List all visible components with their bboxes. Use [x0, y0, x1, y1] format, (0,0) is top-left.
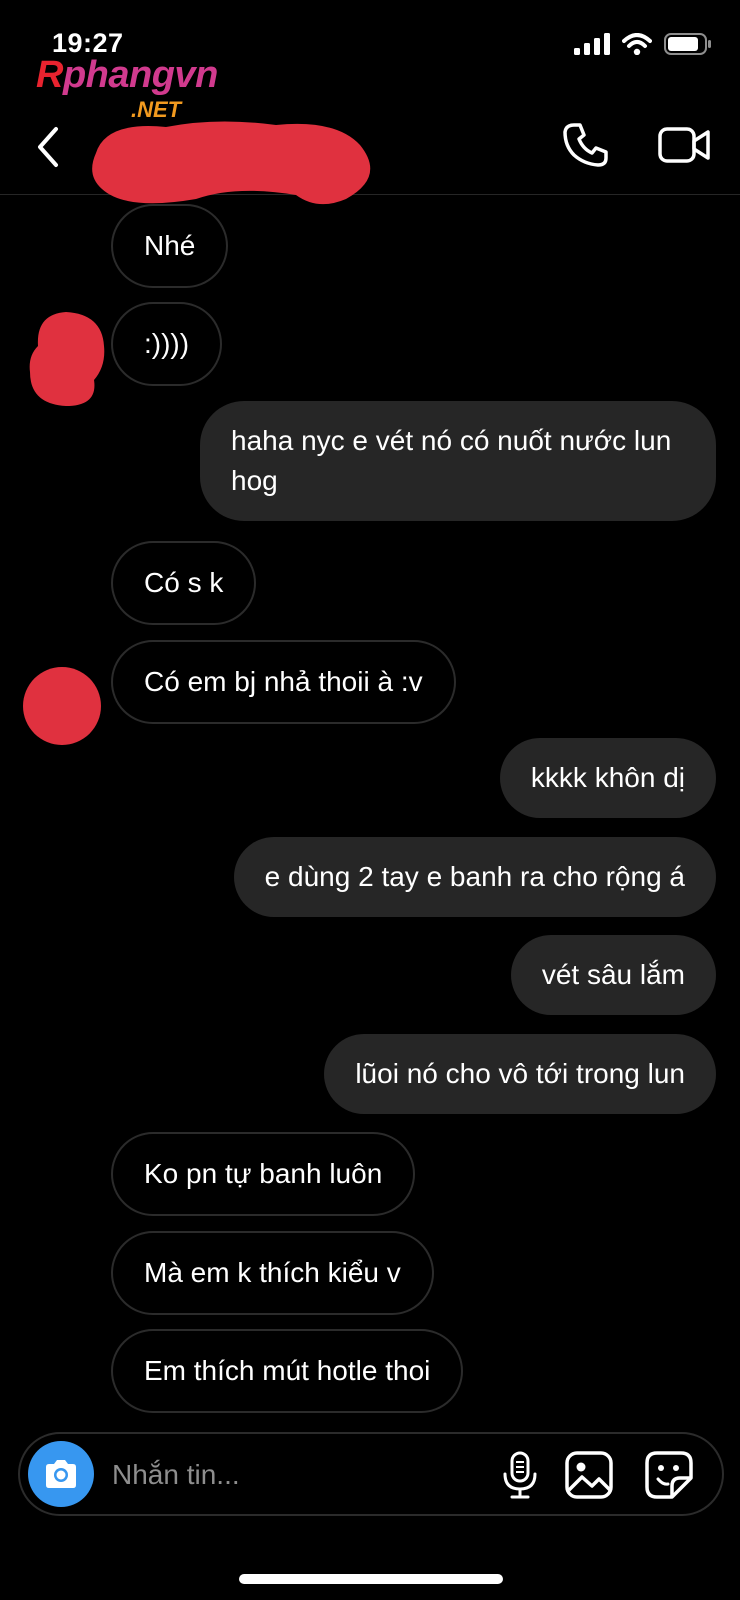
- message-text: Mà em k thích kiểu v: [144, 1257, 401, 1288]
- message-text: :)))): [144, 328, 190, 359]
- watermark-r: R: [36, 54, 63, 96]
- status-icons: [574, 32, 712, 56]
- message-text: haha nyc e vét nó có nuốt nước lun hog: [231, 425, 672, 496]
- message-bubble-received[interactable]: Nhé: [111, 204, 229, 288]
- signal-icon: [574, 33, 610, 55]
- message-text: Ko pn tự banh luôn: [144, 1158, 383, 1189]
- message-bubble-received[interactable]: Có em bj nhả thoii à :v: [111, 640, 456, 724]
- message-text: e dùng 2 tay e banh ra cho rộng á: [264, 861, 685, 892]
- message-bubble-received[interactable]: Mà em k thích kiểu v: [111, 1231, 434, 1315]
- message-bubble-sent[interactable]: vét sâu lắm: [510, 935, 716, 1015]
- watermark-logo: Rphangvn .NET: [36, 54, 218, 122]
- message-composer: [18, 1432, 724, 1516]
- home-indicator[interactable]: [239, 1574, 503, 1584]
- message-bubble-received[interactable]: Ko pn tự banh luôn: [111, 1132, 416, 1216]
- message-text: lũoi nó cho vô tới trong lun: [355, 1058, 685, 1089]
- message-text: Có s k: [144, 567, 224, 598]
- camera-icon: [46, 1460, 76, 1488]
- message-bubble-received[interactable]: Em thích mút hotle thoi: [111, 1329, 464, 1413]
- image-icon[interactable]: [564, 1450, 614, 1500]
- camera-button[interactable]: [28, 1441, 94, 1507]
- chevron-left-icon[interactable]: [30, 121, 74, 173]
- message-bubble-sent[interactable]: kkkk khôn dị: [499, 738, 716, 818]
- message-text: Nhé: [144, 230, 196, 261]
- redacted-contact-name[interactable]: [86, 115, 378, 205]
- message-bubble-received[interactable]: :)))): [111, 302, 223, 386]
- phone-icon[interactable]: [560, 119, 612, 171]
- message-text: kkkk khôn dị: [530, 762, 685, 793]
- sticker-icon[interactable]: [644, 1450, 694, 1500]
- message-bubble-received[interactable]: Có s k: [111, 541, 257, 625]
- redacted-avatar[interactable]: [26, 310, 108, 410]
- message-text: vét sâu lắm: [541, 959, 685, 990]
- message-bubble-sent[interactable]: haha nyc e vét nó có nuốt nước lun hog: [200, 401, 716, 521]
- redacted-avatar[interactable]: [22, 666, 102, 746]
- chat-screen: 19:27 Rphangvn .NET Nhé:)))) haha nyc e…: [0, 0, 740, 1600]
- microphone-icon[interactable]: [498, 1450, 542, 1500]
- message-text: Em thích mút hotle thoi: [144, 1355, 431, 1386]
- battery-icon: [664, 33, 711, 55]
- watermark-text: phangvn: [62, 54, 218, 96]
- message-bubble-sent[interactable]: lũoi nó cho vô tới trong lun: [324, 1034, 716, 1114]
- message-bubble-sent[interactable]: e dùng 2 tay e banh ra cho rộng á: [233, 837, 716, 917]
- message-input[interactable]: [112, 1450, 472, 1500]
- message-text: Có em bj nhả thoii à :v: [144, 666, 423, 697]
- chat-header: [0, 105, 740, 205]
- video-camera-icon[interactable]: [656, 119, 712, 171]
- wifi-icon: [622, 33, 652, 55]
